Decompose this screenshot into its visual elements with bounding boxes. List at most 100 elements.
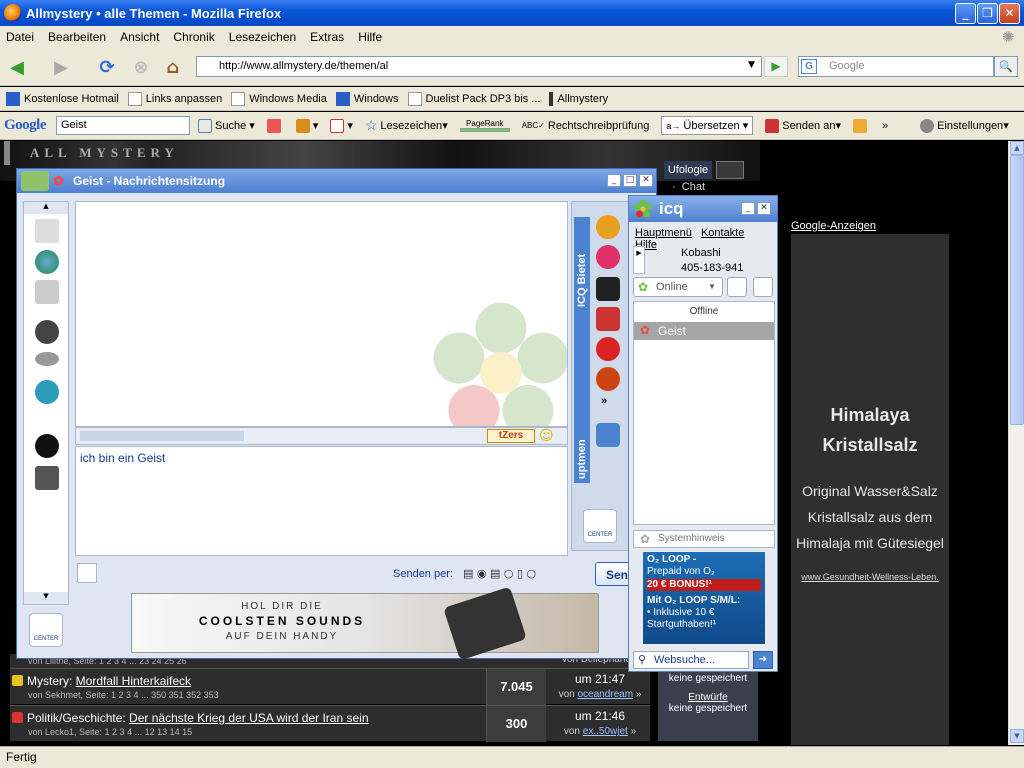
smiley-icon[interactable]: ☺: [539, 428, 554, 444]
highlight-icon[interactable]: [853, 118, 870, 133]
back-button[interactable]: ◀: [4, 55, 30, 79]
site-logo[interactable]: ALL MYSTERY: [30, 145, 179, 161]
menu-hilfe[interactable]: Hilfe: [358, 30, 382, 44]
icq-main-window[interactable]: icq _ ✕ Hauptmenü Kontakte Hilfe ▶ Kobas…: [628, 195, 778, 672]
icq-menu-contacts[interactable]: Kontakte: [701, 227, 744, 239]
more-offers-button[interactable]: »: [601, 395, 607, 407]
gmail-icon[interactable]: ▾: [330, 118, 353, 133]
chat-bubble-icon[interactable]: [35, 280, 59, 304]
chat-maximize-button[interactable]: □: [623, 174, 637, 187]
chat-close-button[interactable]: ✕: [639, 174, 653, 187]
scroll-down-icon[interactable]: ▼: [24, 592, 68, 604]
home-icon[interactable]: ⌂: [160, 55, 186, 79]
close-button[interactable]: ✕: [999, 3, 1020, 24]
expand-user-icon[interactable]: ▶: [633, 246, 645, 274]
eight-ball-icon[interactable]: [35, 434, 59, 458]
google-ads-link[interactable]: Google-Anzeigen: [791, 220, 876, 232]
send-mode-options[interactable]: ▤ ◉ ▤ ○ ▯ ○: [463, 567, 536, 580]
phone-icon[interactable]: [753, 277, 773, 297]
maximize-button[interactable]: ❐: [977, 3, 998, 24]
clapperboard-icon[interactable]: [596, 277, 620, 301]
star-badge-icon[interactable]: [596, 337, 620, 361]
table-row[interactable]: Politik/Geschichte: Der nächste Krieg de…: [10, 705, 650, 742]
menu-extras[interactable]: Extras: [310, 30, 344, 44]
gift-icon[interactable]: [596, 307, 620, 331]
scroll-thumb[interactable]: [1010, 155, 1024, 425]
ad-title[interactable]: Himalaya Kristallsalz: [791, 400, 949, 460]
more-button[interactable]: »: [882, 120, 888, 132]
icq-titlebar[interactable]: icq _ ✕: [629, 196, 777, 222]
icq-menu-main[interactable]: Hauptmenü: [635, 227, 692, 239]
history-scroll[interactable]: [80, 431, 244, 441]
banner-ad[interactable]: HOL DIR DIE COOLSTEN SOUNDS AUF DEIN HAN…: [131, 586, 599, 661]
contact-list[interactable]: Offline ✿ Geist: [633, 301, 775, 525]
chat-link[interactable]: · Chat: [672, 181, 705, 193]
monkey-offer-icon[interactable]: [596, 215, 620, 239]
message-history[interactable]: [75, 201, 568, 427]
search-button[interactable]: 🔍: [994, 56, 1018, 77]
message-input[interactable]: ich bin ein Geist: [75, 446, 568, 556]
bookmark-links-anpassen[interactable]: Links anpassen: [127, 91, 222, 106]
bookmark-duelist[interactable]: Duelist Pack DP3 bis ...: [407, 91, 540, 106]
bookmarks-star-button[interactable]: ☆ Lesezeichen ▾: [365, 117, 448, 134]
news-icon[interactable]: [266, 118, 284, 133]
bookmark-windows-media[interactable]: Windows Media: [231, 91, 327, 106]
search-input[interactable]: Google: [798, 56, 994, 77]
tab-ufologie[interactable]: Ufologie: [664, 161, 712, 179]
bookmark-allmystery[interactable]: Allmystery: [549, 91, 608, 106]
camera-icon[interactable]: [35, 466, 59, 490]
google-query-input[interactable]: Geist: [56, 116, 190, 135]
bookmark-windows[interactable]: Windows: [335, 91, 399, 106]
url-dropdown-icon[interactable]: ▼: [748, 60, 755, 70]
scroll-up-button[interactable]: ▲: [1010, 141, 1024, 155]
page-scrollbar[interactable]: ▲ ▼: [1008, 141, 1024, 745]
menu-ansicht[interactable]: Ansicht: [120, 30, 159, 44]
send-to-button[interactable]: Senden an ▾: [765, 118, 841, 133]
menu-datei[interactable]: Datei: [6, 30, 34, 44]
forward-button[interactable]: ▶: [48, 55, 74, 79]
minimize-button[interactable]: _: [955, 3, 976, 24]
stop-icon[interactable]: ⊗: [128, 55, 154, 79]
center-small-icon[interactable]: [77, 563, 97, 583]
notes-icon[interactable]: [35, 219, 59, 243]
status-dropdown[interactable]: ✿ Online ▼: [633, 277, 723, 297]
web-search-go-button[interactable]: ➜: [753, 651, 773, 669]
url-input[interactable]: http://www.allmystery.de/themen/al: [196, 56, 762, 77]
drafts-link[interactable]: Entwürfe: [658, 692, 758, 703]
web-search-input[interactable]: ⚲ Websuche...: [633, 651, 749, 669]
contact-geist[interactable]: ✿ Geist: [634, 322, 774, 340]
chat-titlebar[interactable]: ✿ Geist - Nachrichtensitzung _ □ ✕: [17, 169, 656, 193]
icq-close-button[interactable]: ✕: [757, 202, 771, 215]
menu-chronik[interactable]: Chronik: [173, 30, 214, 44]
go-button[interactable]: ▶: [764, 56, 788, 77]
heart-icon[interactable]: [596, 245, 620, 269]
tzers-button[interactable]: tZers: [487, 429, 535, 443]
globe-icon[interactable]: [35, 250, 59, 274]
menu-lesezeichen[interactable]: Lesezeichen: [229, 30, 296, 44]
google-engine-icon[interactable]: G: [801, 59, 817, 74]
icq-center-button-left[interactable]: CENTER: [29, 613, 63, 647]
feather-icon[interactable]: [596, 367, 620, 391]
chat-minimize-button[interactable]: _: [607, 174, 621, 187]
table-row[interactable]: Mystery: Mordfall Hinterkaifeck von Sekh…: [10, 668, 650, 705]
ad-url[interactable]: www.Gesundheit-Wellness-Leben.: [791, 572, 949, 582]
icq-center-button[interactable]: CENTER: [583, 509, 617, 543]
scroll-up-icon[interactable]: ▲: [24, 202, 68, 214]
google-search-button[interactable]: Suche ▾: [198, 118, 255, 133]
pebbles-icon[interactable]: [35, 352, 59, 366]
advertisement[interactable]: Himalaya Kristallsalz Original Wasser&Sa…: [791, 234, 949, 745]
system-notice[interactable]: ✿ Systemhinweis: [633, 530, 775, 548]
translate-button[interactable]: a→ Übersetzen ▾: [661, 116, 754, 135]
menu-bearbeiten[interactable]: Bearbeiten: [48, 30, 106, 44]
settings-button[interactable]: Einstellungen ▾: [920, 118, 1009, 133]
phone-icon[interactable]: [35, 380, 59, 404]
bookmark-hotmail[interactable]: Kostenlose Hotmail: [6, 91, 119, 106]
spellcheck-button[interactable]: ABC✓ Rechtschreibprüfung: [522, 120, 650, 132]
o2-advertisement[interactable]: O₂ LOOP - Prepaid von O₂ 20 € BONUS!¹ Mi…: [643, 552, 765, 644]
icq-minimize-button[interactable]: _: [741, 202, 755, 215]
photo-camera-icon[interactable]: [596, 423, 620, 447]
google-logo[interactable]: Google: [4, 117, 47, 134]
phone-book-icon[interactable]: [727, 277, 747, 297]
monkey-icon[interactable]: [35, 320, 59, 344]
chat-window[interactable]: ✿ Geist - Nachrichtensitzung _ □ ✕ ▲ ▼ t…: [16, 168, 659, 661]
